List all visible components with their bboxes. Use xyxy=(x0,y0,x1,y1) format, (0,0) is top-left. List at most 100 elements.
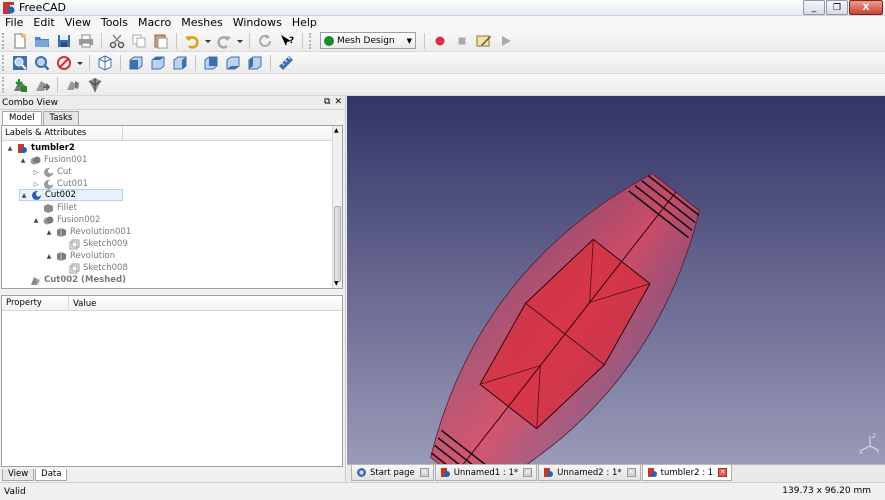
menu-macro[interactable]: Macro xyxy=(133,16,176,30)
tree-item-cut002[interactable]: ▲ Cut002 xyxy=(19,189,123,201)
macro-edit-button[interactable] xyxy=(474,31,494,51)
menu-edit[interactable]: Edit xyxy=(28,16,59,30)
fit-all-button[interactable] xyxy=(10,53,30,73)
undo-dropdown[interactable] xyxy=(204,31,212,51)
save-button[interactable] xyxy=(54,31,74,51)
menu-windows[interactable]: Windows xyxy=(228,16,287,30)
toolbar-separator xyxy=(101,32,102,49)
tab-unnamed2[interactable]: Unnamed2 : 1* ✕ xyxy=(538,465,641,481)
whats-this-button[interactable]: ? xyxy=(277,31,297,51)
tree-item-revolution001[interactable]: ▲ Revolution001 xyxy=(45,226,132,238)
toolbar-grip[interactable] xyxy=(2,54,6,71)
expand-arrow-icon[interactable]: ▷ xyxy=(32,181,40,188)
new-document-button[interactable] xyxy=(10,31,30,51)
tab-tumbler2[interactable]: tumbler2 : 1 ✕ xyxy=(641,465,733,481)
close-panel-icon[interactable]: ✕ xyxy=(334,97,342,107)
toolbar-grip[interactable] xyxy=(309,32,313,49)
tab-view-properties[interactable]: View xyxy=(2,469,35,481)
macro-execute-button[interactable] xyxy=(496,31,516,51)
float-panel-icon[interactable]: ⧉ xyxy=(324,97,330,107)
toolbar-grip[interactable] xyxy=(2,76,6,93)
restore-button[interactable]: ❐ xyxy=(826,0,848,15)
freecad-doc-icon xyxy=(647,468,657,477)
view-top-button[interactable] xyxy=(148,53,168,73)
tree-item-tumbler2[interactable]: ▲ tumbler2 xyxy=(6,142,75,154)
close-tab-icon[interactable]: ✕ xyxy=(718,468,728,477)
undo-button[interactable] xyxy=(182,31,202,51)
tab-unnamed1[interactable]: Unnamed1 : 1* ✕ xyxy=(434,465,538,481)
scrollbar-thumb[interactable] xyxy=(334,206,341,282)
freecad-doc-icon xyxy=(440,468,450,477)
draw-style-dropdown[interactable] xyxy=(76,53,84,73)
tree-item-fusion001[interactable]: ▲ Fusion001 xyxy=(19,154,88,166)
tab-data-properties[interactable]: Data xyxy=(35,469,68,481)
collapse-arrow-icon[interactable]: ▲ xyxy=(45,253,53,260)
print-icon xyxy=(79,34,93,47)
refresh-button[interactable] xyxy=(255,31,275,51)
menu-tools[interactable]: Tools xyxy=(96,16,133,30)
mesh-analyze-button[interactable] xyxy=(85,75,105,95)
tree-item-sketch008[interactable]: Sketch008 xyxy=(58,262,128,274)
macro-stop-button[interactable] xyxy=(452,31,472,51)
mesh-workbench-icon xyxy=(324,35,334,46)
menu-file[interactable]: File xyxy=(0,16,28,30)
fit-selection-button[interactable] xyxy=(32,53,52,73)
tab-start-page[interactable]: Start page ✕ xyxy=(351,465,434,481)
part-revolve-icon xyxy=(57,227,66,237)
menu-help[interactable]: Help xyxy=(287,16,322,30)
print-button[interactable] xyxy=(76,31,96,51)
copy-button[interactable] xyxy=(129,31,149,51)
open-button[interactable] xyxy=(32,31,52,51)
redo-dropdown[interactable] xyxy=(236,31,244,51)
close-tab-icon[interactable]: ✕ xyxy=(626,468,636,477)
close-button[interactable]: X xyxy=(849,0,883,15)
collapse-arrow-icon[interactable]: ▲ xyxy=(32,217,40,224)
menu-view[interactable]: View xyxy=(60,16,96,30)
scroll-up-icon[interactable]: ▲ xyxy=(334,127,339,134)
expand-arrow-icon[interactable]: ▷ xyxy=(32,169,40,176)
model-tree: Labels & Attributes ▲ tumbler2 ▲ Fusion0… xyxy=(1,125,343,289)
macro-record-button[interactable] xyxy=(430,31,450,51)
measure-distance-button[interactable] xyxy=(276,53,296,73)
mesh-from-shape-button[interactable] xyxy=(63,75,83,95)
collapse-arrow-icon[interactable]: ▲ xyxy=(45,229,53,236)
view-bottom-button[interactable] xyxy=(223,53,243,73)
tab-tasks[interactable]: Tasks xyxy=(42,111,80,125)
close-tab-icon[interactable]: ✕ xyxy=(523,468,533,477)
title-bar: FreeCAD _ ❐ X xyxy=(0,0,885,16)
tree-item-cut[interactable]: ▷ Cut xyxy=(32,166,72,178)
minimize-button[interactable]: _ xyxy=(803,0,825,15)
tree-item-fusion002[interactable]: ▲ Fusion002 xyxy=(32,214,101,226)
view-rear-button[interactable] xyxy=(201,53,221,73)
tree-item-sketch009[interactable]: Sketch009 xyxy=(58,238,128,250)
scroll-down-icon[interactable]: ▼ xyxy=(334,280,339,287)
workbench-selector[interactable]: Mesh Design ▼ xyxy=(320,32,416,49)
svg-text:?: ? xyxy=(289,36,294,46)
tree-item-cut002-meshed[interactable]: Cut002 (Meshed) xyxy=(19,274,126,286)
view-left-button[interactable] xyxy=(245,53,265,73)
tree-item-fillet[interactable]: Fillet xyxy=(32,202,77,214)
mesh-import-button[interactable] xyxy=(10,75,30,95)
record-icon xyxy=(435,36,445,45)
collapse-arrow-icon[interactable]: ▲ xyxy=(6,145,14,152)
menu-meshes[interactable]: Meshes xyxy=(176,16,227,30)
draw-style-button[interactable] xyxy=(54,53,74,73)
collapse-arrow-icon[interactable]: ▲ xyxy=(20,192,28,199)
close-tab-icon[interactable]: ✕ xyxy=(419,468,429,477)
mesh-export-button[interactable] xyxy=(32,75,52,95)
cut-button[interactable] xyxy=(107,31,127,51)
tab-model[interactable]: Model xyxy=(2,111,42,125)
tree-item-revolution[interactable]: ▲ Revolution xyxy=(45,250,115,262)
view-isometric-button[interactable] xyxy=(95,53,115,73)
collapse-arrow-icon[interactable]: ▲ xyxy=(19,157,27,164)
tumbler-model[interactable] xyxy=(347,96,885,464)
redo-button[interactable] xyxy=(214,31,234,51)
tree-scrollbar[interactable]: ▲ ▼ xyxy=(332,126,342,288)
paste-button[interactable] xyxy=(151,31,171,51)
view-front-button[interactable] xyxy=(126,53,146,73)
view-right-button[interactable] xyxy=(170,53,190,73)
tree-header-label: Labels & Attributes xyxy=(5,128,87,138)
toolbar-grip[interactable] xyxy=(2,32,6,49)
value-header-label: Value xyxy=(68,296,96,311)
3d-viewport[interactable]: X Y Z xyxy=(347,96,885,464)
